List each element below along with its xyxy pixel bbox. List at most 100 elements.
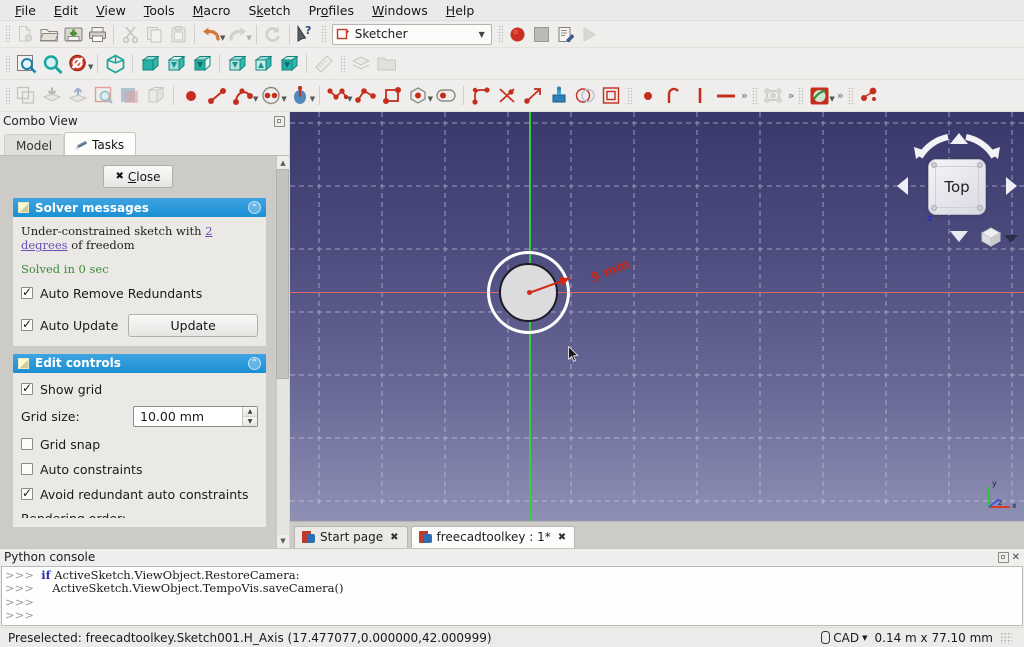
auto-update-group[interactable]: Auto Update — [21, 317, 118, 333]
chevron-up-icon[interactable]: ⌃ — [248, 356, 261, 370]
auto-remove-redundants-checkbox[interactable] — [21, 285, 33, 300]
python-console-output[interactable]: >>> if ActiveSketch.ViewObject.RestoreCa… — [1, 565, 1023, 626]
close-icon[interactable]: ✕ — [1012, 552, 1020, 563]
solver-messages-header[interactable]: Solver messages ⌃ — [13, 198, 266, 217]
arc-geometry-icon[interactable] — [230, 83, 256, 109]
copy-icon[interactable] — [142, 22, 166, 46]
doc-tab-freecadtoolkey[interactable]: freecadtoolkey : 1* ✖ — [410, 525, 576, 548]
isometric-view-icon[interactable] — [102, 51, 128, 77]
polyline-geometry-icon[interactable] — [353, 83, 379, 109]
mirror-sketch-icon[interactable] — [143, 83, 169, 109]
menu-windows[interactable]: Windows — [363, 1, 437, 20]
close-icon[interactable]: ✖ — [558, 532, 566, 543]
map-sketch-icon[interactable] — [39, 83, 65, 109]
measure-icon[interactable] — [311, 51, 337, 77]
coincident-constraint-icon[interactable] — [635, 83, 661, 109]
carbon-copy-icon[interactable] — [572, 83, 598, 109]
avoid-redundant-checkbox[interactable] — [21, 486, 33, 501]
line-geometry-icon[interactable] — [204, 83, 230, 109]
menu-file[interactable]: File — [6, 1, 45, 20]
tools-overflow-icon[interactable]: » — [786, 89, 796, 102]
menu-edit[interactable]: Edit — [45, 1, 87, 20]
print-icon[interactable] — [85, 22, 109, 46]
trim-edge-icon[interactable] — [494, 83, 520, 109]
nav-cube-corner[interactable] — [931, 205, 937, 211]
grid-snap-checkbox[interactable] — [21, 438, 33, 451]
slot-geometry-icon[interactable] — [433, 83, 459, 109]
workbench-selector[interactable]: Sketcher ▼ — [331, 23, 492, 45]
new-document-icon[interactable] — [13, 22, 37, 46]
macro-execute-icon[interactable] — [578, 22, 602, 46]
scroll-down-icon[interactable]: ▼ — [276, 534, 289, 548]
refresh-icon[interactable] — [261, 22, 285, 46]
undock-icon[interactable] — [997, 551, 1009, 563]
fillet-icon[interactable] — [468, 83, 494, 109]
scrollbar-thumb[interactable] — [276, 169, 289, 379]
edit-controls-header[interactable]: Edit controls ⌃ — [13, 353, 266, 373]
validate-sketch-icon[interactable] — [91, 83, 117, 109]
navigation-cube[interactable]: Top z — [892, 117, 1022, 252]
nav-menu-caret-icon[interactable] — [1004, 235, 1018, 243]
tab-model[interactable]: Model — [4, 134, 65, 156]
chevron-down-icon[interactable]: ▼ — [479, 30, 485, 39]
update-button[interactable]: Update — [128, 313, 258, 337]
chevron-up-icon[interactable]: ⌃ — [248, 201, 261, 214]
nav-cube-corner[interactable] — [977, 162, 983, 168]
tab-tasks[interactable]: Tasks — [64, 132, 137, 156]
front-view-icon[interactable] — [137, 51, 163, 77]
auto-constraints-checkbox[interactable] — [21, 463, 33, 476]
sketcher-virtual-space-icon[interactable] — [856, 83, 882, 109]
spin-down-icon[interactable]: ▼ — [243, 416, 257, 426]
conic-geometry-icon[interactable] — [287, 83, 313, 109]
grid-snap-row[interactable]: Grid snap — [21, 437, 258, 452]
create-sketch-icon[interactable] — [13, 83, 39, 109]
polygon-geometry-icon[interactable] — [405, 83, 431, 109]
grid-size-stepper[interactable]: 10.00 mm ▲ ▼ — [133, 405, 258, 427]
doc-tab-start-page[interactable]: Start page ✖ — [294, 525, 408, 548]
toolbar-grip[interactable] — [751, 86, 757, 105]
radius-dimension-label[interactable]: 9 mm — [589, 257, 632, 286]
circle-geometry-icon[interactable] — [258, 83, 284, 109]
tangent-constraint-icon[interactable] — [661, 83, 687, 109]
external-geometry-icon[interactable] — [546, 83, 572, 109]
reorient-sketch-icon[interactable] — [65, 83, 91, 109]
nav-cube-corner[interactable] — [977, 205, 983, 211]
chevron-down-icon[interactable]: ▼ — [862, 634, 867, 642]
auto-constraints-row[interactable]: Auto constraints — [21, 462, 258, 477]
undock-icon[interactable] — [274, 115, 285, 127]
nav-home-cube-icon[interactable] — [980, 227, 1002, 247]
toolbar-grip[interactable] — [847, 86, 853, 105]
3d-viewport[interactable]: 9 mm Top z y x z — [290, 112, 1024, 521]
fit-all-icon[interactable] — [13, 51, 39, 77]
spin-up-icon[interactable]: ▲ — [243, 406, 257, 417]
toolbar-grip[interactable] — [5, 25, 10, 43]
toolbar-grip[interactable] — [626, 86, 632, 105]
macro-stop-icon[interactable] — [530, 22, 554, 46]
toolbar-grip[interactable] — [798, 86, 804, 105]
avoid-redundant-row[interactable]: Avoid redundant auto constraints — [21, 486, 258, 502]
menu-view[interactable]: View — [87, 1, 135, 20]
show-grid-row[interactable]: Show grid — [21, 381, 258, 397]
toolbar-grip[interactable] — [497, 25, 503, 43]
auto-update-checkbox[interactable] — [21, 317, 33, 332]
menu-help[interactable]: Help — [437, 1, 484, 20]
rear-view-icon[interactable] — [224, 51, 250, 77]
nav-arrow-down-icon[interactable] — [950, 231, 968, 242]
workbench-layers-icon[interactable] — [348, 51, 374, 77]
macros-dialog-icon[interactable] — [554, 22, 578, 46]
folder-icon[interactable] — [374, 51, 400, 77]
left-view-icon[interactable] — [276, 51, 302, 77]
constraints-overflow-icon[interactable]: » — [739, 89, 749, 102]
draw-style-icon[interactable] — [65, 51, 91, 77]
redo-dropdown-icon[interactable]: ▼ — [246, 34, 251, 42]
visual-overflow-icon[interactable]: » — [835, 89, 845, 102]
menu-tools[interactable]: Tools — [135, 1, 184, 20]
resize-grip[interactable] — [1000, 631, 1012, 644]
show-grid-checkbox[interactable] — [21, 381, 33, 396]
merge-sketch-icon[interactable] — [117, 83, 143, 109]
horizontal-constraint-icon[interactable] — [713, 83, 739, 109]
paste-icon[interactable] — [166, 22, 190, 46]
grid-size-spin-buttons[interactable]: ▲ ▼ — [242, 406, 257, 426]
visual-sketch-icon[interactable] — [806, 83, 832, 109]
fit-selection-icon[interactable] — [39, 51, 65, 77]
